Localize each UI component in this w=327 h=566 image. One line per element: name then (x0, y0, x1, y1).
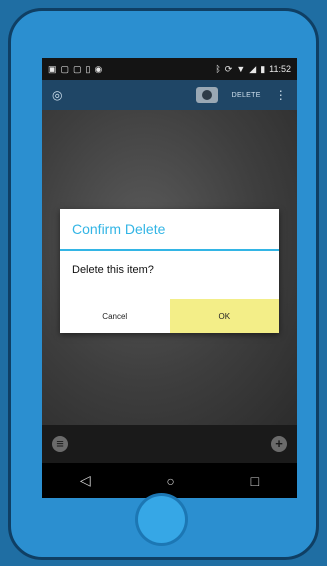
delete-action[interactable]: DELETE (232, 92, 261, 99)
dialog-title: Confirm Delete (60, 209, 279, 251)
add-icon[interactable]: + (271, 436, 287, 452)
signal-icon: ◢ (249, 63, 257, 74)
phone-icon: ▯ (85, 63, 91, 74)
bottom-toolbar: ≡ + (42, 425, 297, 463)
app-icon[interactable]: ◎ (52, 88, 62, 102)
list-icon[interactable]: ≡ (52, 436, 68, 452)
home-nav-icon[interactable]: ○ (166, 473, 174, 489)
overflow-menu-icon[interactable]: ⋮ (275, 88, 287, 102)
bluetooth-icon: ᛒ (215, 64, 221, 74)
dialog-message: Delete this item? (72, 264, 154, 276)
confirm-delete-dialog: Confirm Delete Delete this item? Cancel … (60, 209, 279, 333)
message-icon: ▢ (60, 63, 70, 74)
android-icon: ◉ (94, 63, 103, 74)
home-button[interactable] (138, 496, 185, 543)
dialog-buttons: Cancel OK (60, 299, 279, 333)
status-time: 11:52 (269, 64, 291, 74)
camera-icon[interactable] (195, 87, 218, 103)
status-bar: ▣ ▢ ▢ ▯ ◉ ᛒ ⟳ ▼ ◢ ▮ 11:52 (42, 58, 297, 80)
recents-icon[interactable]: □ (251, 473, 259, 489)
action-bar: ◎ DELETE ⋮ (42, 80, 297, 110)
sync-icon: ⟳ (224, 63, 233, 74)
message-icon: ▢ (73, 63, 82, 74)
ok-button[interactable]: OK (169, 299, 279, 333)
back-icon[interactable]: ◁ (80, 472, 91, 489)
navigation-bar: ◁ ○ □ (42, 463, 297, 498)
battery-icon: ▮ (260, 63, 266, 74)
device-screen: ▣ ▢ ▢ ▯ ◉ ᛒ ⟳ ▼ ◢ ▮ 11:52 ◎ DELETE ⋮ ≡ +… (42, 58, 297, 498)
image-icon: ▣ (48, 63, 57, 74)
wifi-icon: ▼ (236, 64, 246, 74)
cancel-button[interactable]: Cancel (60, 299, 170, 333)
